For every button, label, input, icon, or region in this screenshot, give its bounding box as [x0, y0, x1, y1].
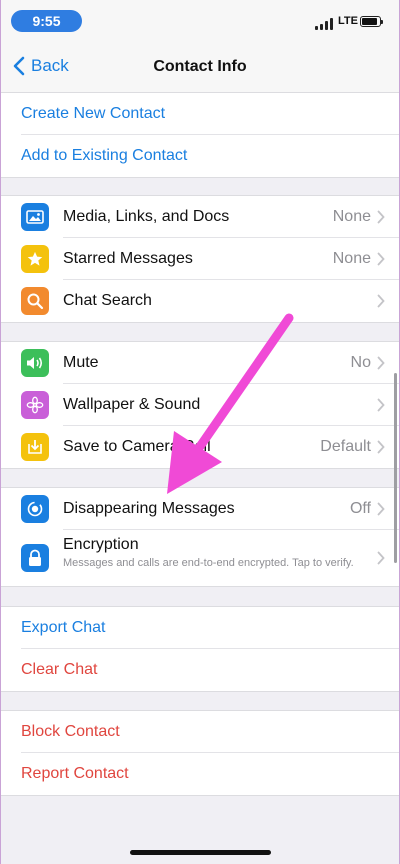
home-indicator[interactable] [130, 850, 271, 855]
annotation-arrow-icon [167, 313, 294, 494]
